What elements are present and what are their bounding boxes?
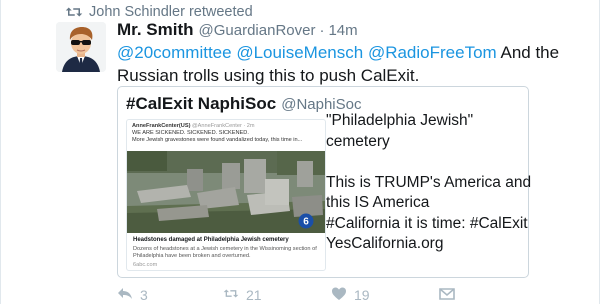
author-handle[interactable]: @GuardianRover	[199, 22, 316, 39]
quoted-text-line: "Philadelphia Jewish"	[326, 112, 474, 129]
like-count: 19	[354, 287, 370, 303]
quoted-text-line: this IS America	[326, 194, 430, 211]
quoted-text-line: #California it is time: #CalExit	[326, 214, 528, 232]
mention-link[interactable]: @20committee	[117, 43, 232, 62]
quoted-tweet-text: "Philadelphia Jewish" cemetery This is T…	[326, 111, 532, 255]
quoted-tweet[interactable]: #CalExit NaphiSoc @NaphiSoc AnneFrankCen…	[117, 86, 532, 278]
link-card-title: Headstones damaged at Philadelphia Jewis…	[133, 237, 289, 243]
retweet-context: John Schindler retweeted	[65, 2, 253, 22]
svg-text:6: 6	[303, 217, 309, 228]
quoted-text-line: This is TRUMP's America and	[326, 173, 532, 191]
retweet-icon	[223, 286, 239, 304]
like-button[interactable]: 19	[331, 286, 370, 304]
quoted-text-line: cemetery	[326, 132, 390, 150]
mention-link[interactable]: @LouiseMensch	[236, 43, 363, 62]
reply-count: 3	[140, 287, 148, 303]
reply-icon	[117, 286, 133, 304]
tweet-timestamp[interactable]: 14m	[328, 22, 357, 39]
retweet-count: 21	[246, 287, 262, 303]
direct-message-button[interactable]	[439, 286, 455, 304]
reply-button[interactable]: 3	[117, 286, 148, 304]
link-card-site: 6abc.com	[133, 262, 158, 268]
separator-dot: ·	[319, 22, 325, 39]
channel-6abc-logo: 6	[295, 213, 317, 229]
tweet-text-part: Russian trolls using this to push CalExi…	[117, 66, 420, 85]
tweet-header: Mr. Smith @GuardianRover · 14m	[117, 20, 358, 40]
retweet-icon	[65, 4, 83, 20]
embedded-line: WE ARE SICKENED. SICKENED. SICKENED.	[132, 130, 249, 136]
author-name[interactable]: Mr. Smith	[117, 20, 194, 40]
direct-message-icon	[439, 286, 455, 304]
embedded-line: More Jewish gravestones were found vanda…	[132, 137, 303, 143]
quoted-text-gap	[326, 152, 526, 173]
quoted-text-line: YesCalifornia.org	[326, 235, 444, 252]
mention-link[interactable]: @RadioFreeTom	[368, 43, 497, 62]
quoted-media-screenshot[interactable]: AnneFrankCenter(US) @AnneFrankCenter · 2…	[126, 119, 326, 271]
embedded-account-name: AnneFrankCenter(US)	[132, 123, 191, 129]
tweet-text-part: And the	[500, 43, 560, 62]
retweet-button[interactable]: 21	[223, 286, 262, 304]
embedded-tweet-text: AnneFrankCenter(US) @AnneFrankCenter · 2…	[132, 123, 322, 144]
tweet-card[interactable]: John Schindler retweeted Mr. Smith @Guar…	[0, 0, 600, 304]
quoted-author-name: #CalExit NaphiSoc	[126, 94, 277, 113]
avatar[interactable]	[56, 22, 106, 72]
tweet-text: @20committee @LouiseMensch @RadioFreeTom…	[117, 41, 577, 87]
link-card-description: Dozens of headstones at a Jewish cemeter…	[133, 246, 317, 259]
embedded-account-handle: @AnneFrankCenter · 2m	[192, 123, 255, 129]
retweeter-link[interactable]: John Schindler retweeted	[89, 4, 253, 20]
tweet-actions: 3 21 19	[117, 286, 477, 304]
like-icon	[331, 286, 347, 304]
